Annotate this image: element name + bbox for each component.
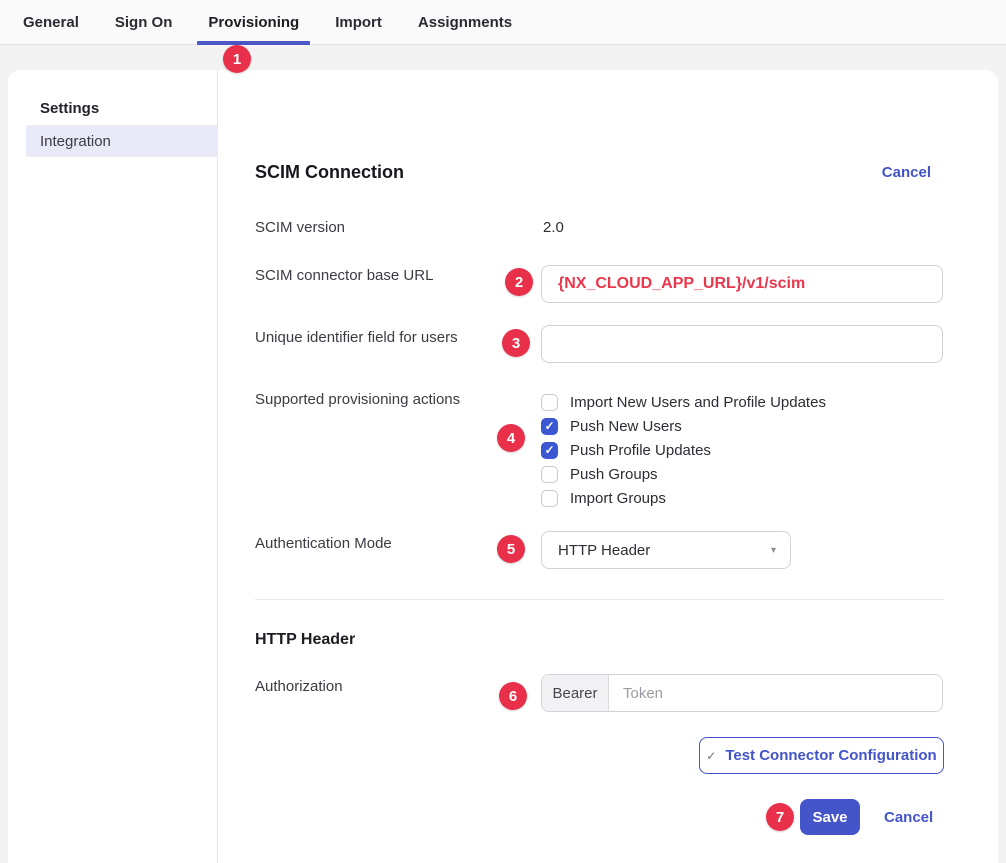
annotation-badge-5: 5 <box>497 535 525 563</box>
checkbox-row-push-profile-updates[interactable]: ✓ Push Profile Updates <box>541 438 826 462</box>
base-url-input[interactable] <box>541 265 943 303</box>
cancel-link-top[interactable]: Cancel <box>882 164 931 181</box>
scim-version-value: 2.0 <box>543 219 564 236</box>
save-button[interactable]: Save <box>800 799 860 835</box>
tab-provisioning[interactable]: Provisioning <box>197 0 310 44</box>
scim-connection-title: SCIM Connection <box>255 162 404 183</box>
annotation-badge-2: 2 <box>505 268 533 296</box>
checkmark-icon: ✓ <box>544 444 554 456</box>
authorization-label: Authorization <box>255 678 343 695</box>
annotation-badge-3: 3 <box>502 329 530 357</box>
checkbox-push-groups[interactable]: ✓ <box>541 466 558 483</box>
unique-identifier-label: Unique identifier field for users <box>255 329 458 346</box>
checkbox-label: Import New Users and Profile Updates <box>570 394 826 411</box>
checkbox-push-new-users[interactable]: ✓ <box>541 418 558 435</box>
tab-import[interactable]: Import <box>324 0 393 44</box>
http-header-title: HTTP Header <box>255 631 355 649</box>
auth-mode-selected-value: HTTP Header <box>558 542 650 559</box>
annotation-badge-7: 7 <box>766 803 794 831</box>
app-tabbar: General Sign On Provisioning Import Assi… <box>0 0 1006 45</box>
annotation-badge-4: 4 <box>497 424 525 452</box>
base-url-label: SCIM connector base URL <box>255 267 433 284</box>
sidebar-header: Settings <box>40 100 99 117</box>
section-divider <box>255 599 943 600</box>
check-icon: ✓ <box>706 749 716 763</box>
checkbox-import-new-users[interactable]: ✓ <box>541 394 558 411</box>
provisioning-actions-group: ✓ Import New Users and Profile Updates ✓… <box>541 390 826 510</box>
test-connector-label: Test Connector Configuration <box>725 747 936 764</box>
unique-identifier-input[interactable] <box>541 325 943 363</box>
checkbox-row-push-new-users[interactable]: ✓ Push New Users <box>541 414 826 438</box>
checkbox-label: Push Profile Updates <box>570 442 711 459</box>
token-input[interactable] <box>609 675 942 711</box>
provisioning-settings-page: General Sign On Provisioning Import Assi… <box>0 0 1006 863</box>
checkmark-icon: ✓ <box>544 420 554 432</box>
checkbox-row-push-groups[interactable]: ✓ Push Groups <box>541 462 826 486</box>
sidebar-item-integration[interactable]: Integration <box>26 125 218 157</box>
checkbox-label: Import Groups <box>570 490 666 507</box>
checkbox-label: Push New Users <box>570 418 682 435</box>
bearer-prefix: Bearer <box>542 675 609 711</box>
checkbox-row-import-new-users[interactable]: ✓ Import New Users and Profile Updates <box>541 390 826 414</box>
settings-sidebar: Settings Integration <box>8 70 218 863</box>
authorization-input-group: Bearer <box>541 674 943 712</box>
tab-general[interactable]: General <box>12 0 90 44</box>
checkbox-push-profile-updates[interactable]: ✓ <box>541 442 558 459</box>
chevron-down-icon: ▾ <box>771 545 776 556</box>
test-connector-configuration-button[interactable]: ✓ Test Connector Configuration <box>699 737 944 774</box>
auth-mode-label: Authentication Mode <box>255 535 392 552</box>
checkbox-label: Push Groups <box>570 466 658 483</box>
checkbox-row-import-groups[interactable]: ✓ Import Groups <box>541 486 826 510</box>
scim-version-label: SCIM version <box>255 219 345 236</box>
annotation-badge-1: 1 <box>223 45 251 73</box>
tab-sign-on[interactable]: Sign On <box>104 0 184 44</box>
tab-assignments[interactable]: Assignments <box>407 0 523 44</box>
provisioning-actions-label: Supported provisioning actions <box>255 391 460 408</box>
annotation-badge-6: 6 <box>499 682 527 710</box>
auth-mode-select[interactable]: HTTP Header ▾ <box>541 531 791 569</box>
checkbox-import-groups[interactable]: ✓ <box>541 490 558 507</box>
cancel-button-bottom[interactable]: Cancel <box>884 809 933 826</box>
